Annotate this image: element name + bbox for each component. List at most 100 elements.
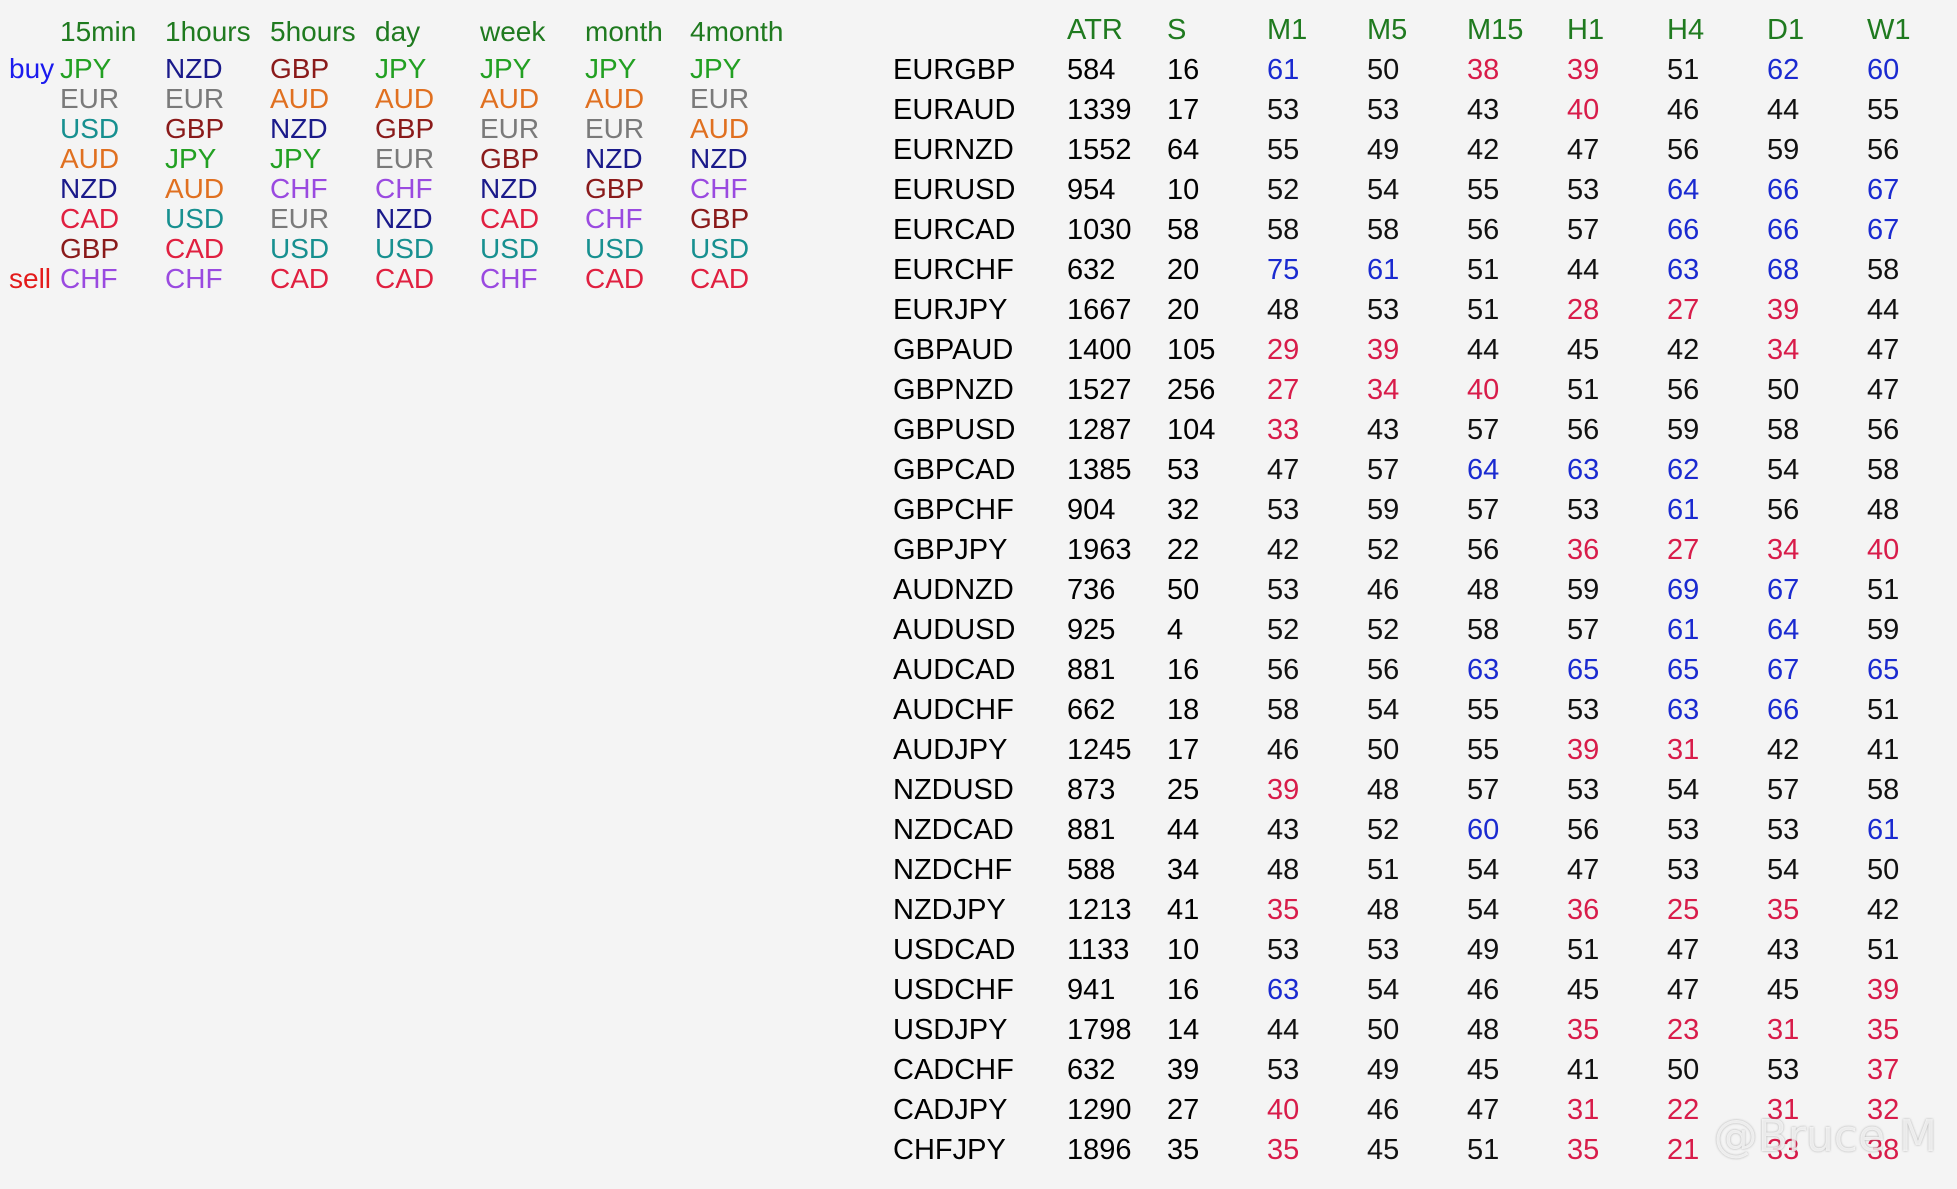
table-cell: 37 bbox=[1867, 1054, 1900, 1086]
table-cell: 39 bbox=[1567, 54, 1600, 86]
table-cell: 904 bbox=[1067, 494, 1116, 526]
table-cell: 105 bbox=[1167, 334, 1216, 366]
table-cell: 59 bbox=[1867, 614, 1900, 646]
table-cell: 59 bbox=[1367, 494, 1400, 526]
table-cell: 47 bbox=[1667, 974, 1700, 1006]
pair-name: EURCAD bbox=[893, 214, 1016, 246]
currency-code: CHF bbox=[480, 263, 538, 294]
table-cell: 38 bbox=[1467, 54, 1500, 86]
sell-label: sell bbox=[9, 263, 52, 294]
table-cell: 23 bbox=[1667, 1014, 1700, 1046]
table-cell: 42 bbox=[1767, 734, 1800, 766]
table-cell: 46 bbox=[1467, 974, 1500, 1006]
table-cell: 53 bbox=[1767, 814, 1800, 846]
column-header: S bbox=[1167, 14, 1187, 46]
pair-name: AUDJPY bbox=[893, 734, 1008, 766]
pair-name: GBPNZD bbox=[893, 374, 1014, 406]
table-cell: 1287 bbox=[1067, 414, 1132, 446]
table-cell: 47 bbox=[1667, 934, 1700, 966]
table-cell: 63 bbox=[1667, 694, 1700, 726]
pair-name: GBPJPY bbox=[893, 534, 1008, 566]
table-cell: 925 bbox=[1067, 614, 1116, 646]
table-row: GBPAUD 1400 105 29 39 44 45 42 34 47 bbox=[893, 330, 1957, 370]
table-cell: 25 bbox=[1167, 774, 1200, 806]
currency-code: AUD bbox=[690, 113, 750, 144]
table-cell: 40 bbox=[1467, 374, 1500, 406]
table-cell: 51 bbox=[1867, 934, 1900, 966]
table-cell: 61 bbox=[1267, 54, 1300, 86]
table-cell: 1667 bbox=[1067, 294, 1132, 326]
table-cell: 42 bbox=[1467, 134, 1500, 166]
table-cell: 50 bbox=[1167, 574, 1200, 606]
table-cell: 40 bbox=[1567, 94, 1600, 126]
table-cell: 58 bbox=[1767, 414, 1800, 446]
table-cell: 49 bbox=[1367, 1054, 1400, 1086]
currency-code: CAD bbox=[480, 203, 540, 234]
pair-name: EURAUD bbox=[893, 94, 1016, 126]
table-row: NZDJPY 1213 41 35 48 54 36 25 35 42 bbox=[893, 890, 1957, 930]
table-cell: 65 bbox=[1867, 654, 1900, 686]
strength-rank-row: USD GBP NZD GBP EUR EUR AUD bbox=[0, 114, 795, 144]
currency-code: USD bbox=[270, 233, 330, 264]
table-cell: 16 bbox=[1167, 654, 1200, 686]
pair-name: AUDCAD bbox=[893, 654, 1016, 686]
currency-code: GBP bbox=[165, 113, 225, 144]
table-cell: 67 bbox=[1867, 174, 1900, 206]
table-cell: 54 bbox=[1367, 974, 1400, 1006]
table-cell: 55 bbox=[1467, 174, 1500, 206]
currency-code: CHF bbox=[375, 173, 433, 204]
table-cell: 67 bbox=[1867, 214, 1900, 246]
currency-code: GBP bbox=[270, 53, 330, 84]
table-cell: 53 bbox=[1667, 854, 1700, 886]
table-cell: 56 bbox=[1667, 374, 1700, 406]
pair-name: CHFJPY bbox=[893, 1134, 1006, 1166]
table-cell: 61 bbox=[1667, 494, 1700, 526]
currency-code: AUD bbox=[165, 173, 225, 204]
currency-code: JPY bbox=[480, 53, 532, 84]
currency-code: CHF bbox=[165, 263, 223, 294]
table-cell: 69 bbox=[1667, 574, 1700, 606]
currency-code: JPY bbox=[375, 53, 427, 84]
table-cell: 53 bbox=[1267, 94, 1300, 126]
table-cell: 35 bbox=[1267, 1134, 1300, 1166]
table-cell: 31 bbox=[1567, 1094, 1600, 1126]
column-header: W1 bbox=[1867, 14, 1911, 46]
currency-code: NZD bbox=[165, 53, 223, 84]
currency-code: EUR bbox=[60, 83, 120, 114]
table-row: AUDJPY 1245 17 46 50 55 39 31 42 41 bbox=[893, 730, 1957, 770]
table-header-row: ATR S M1 M5 M15 H1 H4 D1 W1 bbox=[893, 10, 1957, 50]
table-cell: 47 bbox=[1267, 454, 1300, 486]
column-header: H4 bbox=[1667, 14, 1705, 46]
table-cell: 47 bbox=[1867, 374, 1900, 406]
table-cell: 60 bbox=[1467, 814, 1500, 846]
table-cell: 56 bbox=[1367, 654, 1400, 686]
table-row: GBPJPY 1963 22 42 52 56 36 27 34 40 bbox=[893, 530, 1957, 570]
table-cell: 1552 bbox=[1067, 134, 1132, 166]
currency-code: GBP bbox=[690, 203, 750, 234]
table-cell: 39 bbox=[1567, 734, 1600, 766]
timeframe-header-row: 15min 1hours 5hours day week month 4month bbox=[0, 10, 795, 54]
table-cell: 1896 bbox=[1067, 1134, 1132, 1166]
table-cell: 41 bbox=[1567, 1054, 1600, 1086]
table-cell: 43 bbox=[1267, 814, 1300, 846]
table-cell: 48 bbox=[1367, 774, 1400, 806]
table-cell: 1385 bbox=[1067, 454, 1132, 486]
currency-code: AUD bbox=[60, 143, 120, 174]
currency-code: CHF bbox=[690, 173, 748, 204]
table-cell: 55 bbox=[1467, 694, 1500, 726]
table-cell: 35 bbox=[1167, 1134, 1200, 1166]
pair-name: GBPAUD bbox=[893, 334, 1014, 366]
table-cell: 1245 bbox=[1067, 734, 1132, 766]
table-cell: 54 bbox=[1467, 854, 1500, 886]
side-label-spacer bbox=[0, 114, 60, 144]
pair-name: CADJPY bbox=[893, 1094, 1008, 1126]
table-cell: 50 bbox=[1767, 374, 1800, 406]
table-cell: 1213 bbox=[1067, 894, 1132, 926]
currency-code: CAD bbox=[375, 263, 435, 294]
table-cell: 16 bbox=[1167, 974, 1200, 1006]
currency-code: CAD bbox=[690, 263, 750, 294]
table-cell: 736 bbox=[1067, 574, 1116, 606]
currency-code: CHF bbox=[60, 263, 118, 294]
currency-code: JPY bbox=[60, 53, 112, 84]
table-cell: 47 bbox=[1867, 334, 1900, 366]
